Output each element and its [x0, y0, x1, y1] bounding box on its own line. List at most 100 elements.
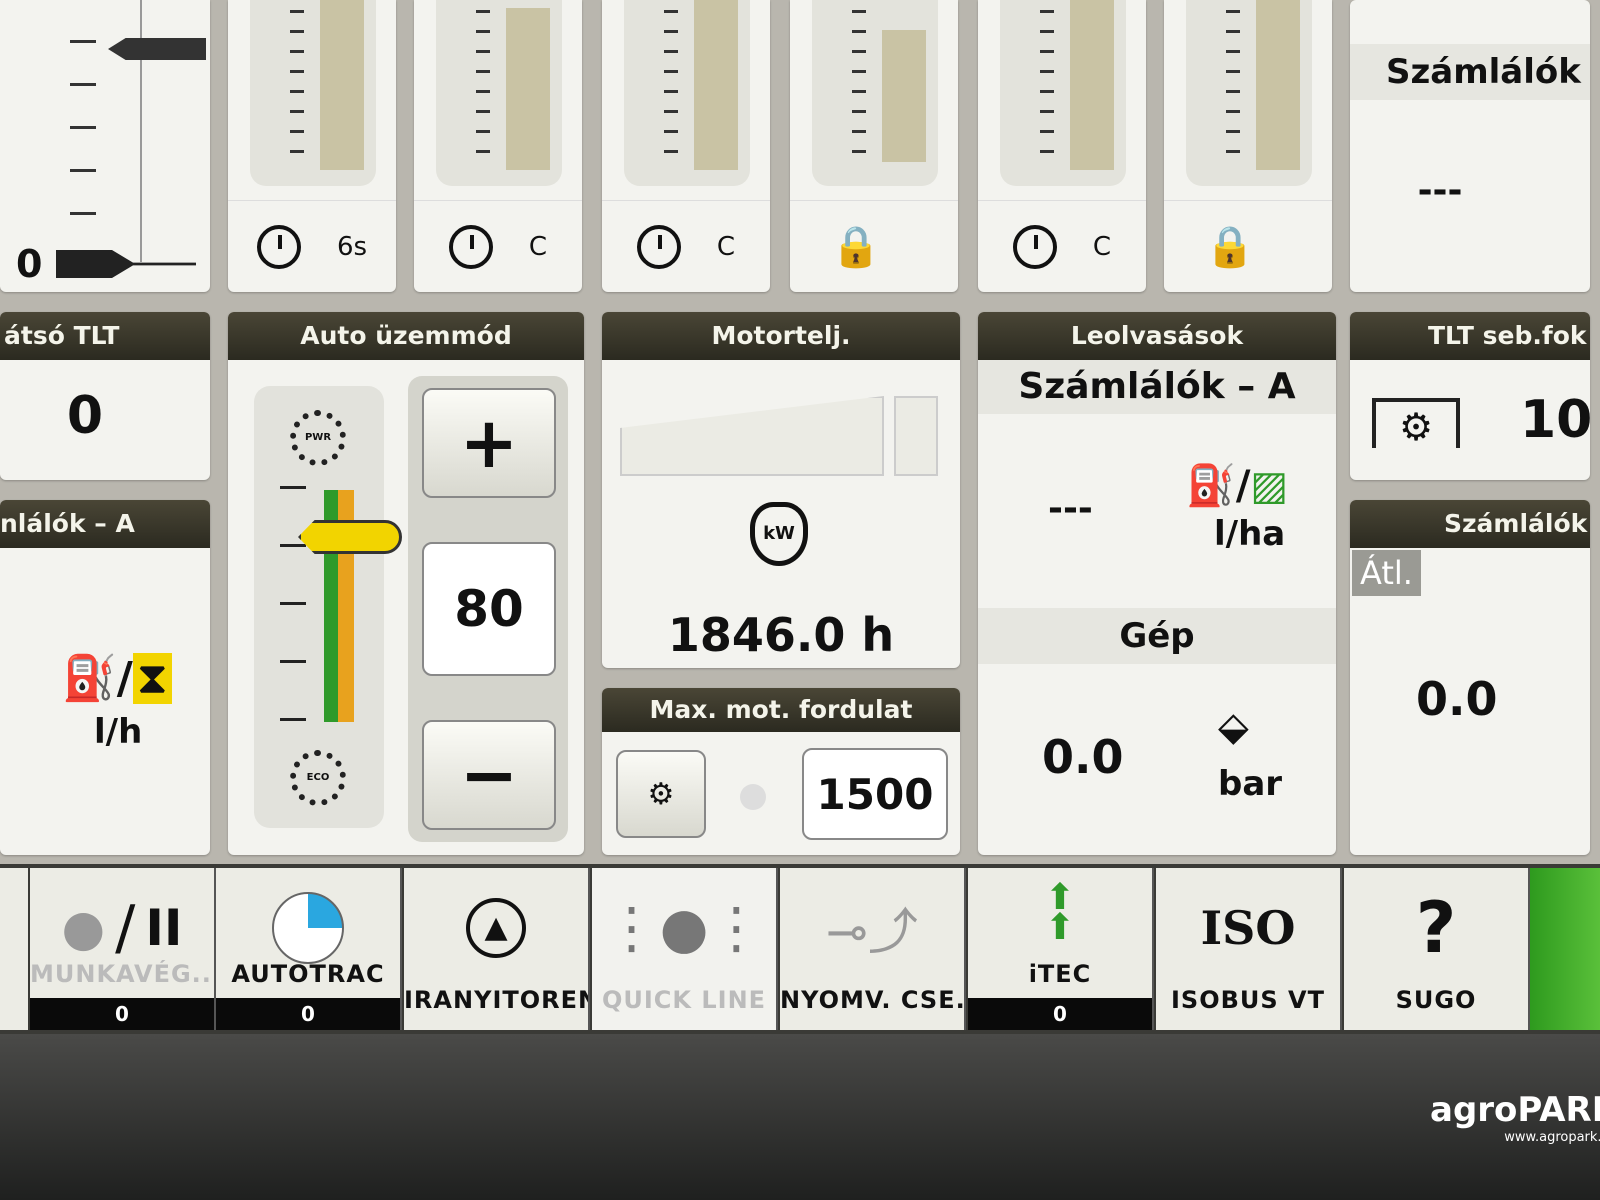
rear-pto-panel[interactable]: átsó TLT 0: [0, 312, 210, 480]
taskbar-tile-3[interactable]: ▲ IRANYITOREND: [404, 868, 590, 1030]
taskbar-tile-2[interactable]: AUTOTRAC 0: [216, 868, 402, 1030]
panel-title: Motortelj.: [602, 312, 960, 360]
guidance-icon: ▲: [404, 878, 588, 978]
pto-value: 0: [66, 386, 104, 446]
clock-icon: [636, 224, 681, 269]
valve-timer-label: C: [716, 231, 736, 262]
tile-label: IRANYITOREND: [404, 986, 588, 1014]
remote-valve-slider-5[interactable]: C: [978, 0, 1146, 292]
tile-label: MUNKAVÉG...: [30, 960, 214, 988]
watermark-logo: agroPARK www.agropark.hu: [1430, 1090, 1600, 1145]
remote-valve-slider-2[interactable]: C: [414, 0, 582, 292]
unit-label: bar: [1218, 764, 1283, 804]
panel-title: nlálók – A: [0, 500, 210, 548]
counter-value: 0.0: [1416, 672, 1498, 726]
pressure-value: 0.0: [1042, 730, 1124, 784]
tile-label: AUTOTRAC: [231, 960, 385, 988]
panel-title: TLT seb.fok: [1350, 312, 1590, 360]
tile-label: QUICK LINE: [601, 986, 767, 1014]
valve-timer-label: C: [528, 231, 548, 262]
valve-timer-label: 6s: [336, 231, 368, 262]
valve-timer-label: C: [1092, 231, 1112, 262]
tile-count: 0: [968, 998, 1152, 1030]
setpoint-marker[interactable]: [108, 38, 206, 60]
section-title: Gép: [978, 608, 1336, 664]
eco-gear-icon: ECO: [290, 750, 346, 806]
tile-label: ISOBUS VT: [1171, 986, 1325, 1014]
itec-icon: ⬆ ⬆: [1044, 877, 1076, 948]
engine-rpm-mode-button[interactable]: ⚙: [616, 750, 706, 838]
decrease-button[interactable]: −: [422, 720, 556, 830]
track-switch-icon: ⊸⤴: [826, 903, 918, 961]
taskbar-tile-7[interactable]: ISO ISOBUS VT: [1156, 868, 1342, 1030]
valve-flow-bar: [506, 8, 550, 170]
mode-handle[interactable]: [298, 520, 402, 554]
unit-label: l/h: [94, 712, 143, 752]
status-strip: [1530, 868, 1600, 1030]
pwr-gear-icon: PWR: [290, 410, 346, 466]
valve-flow-bar: [320, 0, 364, 170]
taskbar-tile-8[interactable]: ? SUGO: [1344, 868, 1530, 1030]
counters-right-panel[interactable]: Számlálók Átl. 0.0: [1350, 500, 1590, 855]
remote-valve-slider-3[interactable]: C: [602, 0, 770, 292]
valve-flow-bar: [1070, 0, 1114, 170]
tile-count: 0: [30, 998, 214, 1030]
iso-icon: ISO: [1200, 901, 1296, 955]
engine-power-panel[interactable]: Motortelj. kW 1846.0 h: [602, 312, 960, 668]
pwr-eco-slider[interactable]: PWR ECO: [254, 386, 402, 828]
panel-title: átsó TLT: [0, 312, 210, 360]
average-badge[interactable]: Átl.: [1352, 550, 1421, 596]
fuel-per-area-value: ---: [1048, 488, 1093, 529]
lock-icon: 🔒: [831, 224, 881, 270]
max-rpm-value-field[interactable]: 1500: [802, 748, 948, 840]
help-icon: ?: [1415, 887, 1457, 969]
unit-label: l/ha: [1214, 514, 1286, 554]
readings-subtitle: Számlálók – A: [978, 360, 1336, 414]
remote-valve-slider-4[interactable]: 🔒: [790, 0, 958, 292]
remote-valve-slider-1[interactable]: 6s: [228, 0, 396, 292]
top-right-counters[interactable]: Számlálók ---: [1350, 0, 1590, 292]
readings-panel[interactable]: Leolvasások Számlálók – A --- ⛽/▨ l/ha G…: [978, 312, 1336, 855]
setpoint-value-field[interactable]: 80: [422, 542, 556, 676]
pto-speed-panel[interactable]: TLT seb.fok ⚙ 10: [1350, 312, 1590, 480]
pto-settings-button[interactable]: ⚙: [1372, 398, 1460, 449]
taskbar-tile-5[interactable]: ⊸⤴ NYOMV. CSE...: [780, 868, 966, 1030]
clock-icon: [256, 224, 301, 269]
engine-kw-icon: kW: [750, 502, 808, 566]
tile-count: 0: [216, 998, 400, 1030]
taskbar-tile-4[interactable]: ⋮●⋮ QUICK LINE: [592, 868, 778, 1030]
counters-left-panel[interactable]: nlálók – A ⛽/⧗ l/h: [0, 500, 210, 855]
fuel-rate-icon: ⛽/⧗: [62, 652, 172, 704]
display-bezel: [0, 1034, 1600, 1200]
panel-title: Max. mot. fordulat: [602, 688, 960, 732]
panel-title: Számlálók: [1350, 500, 1590, 548]
auto-mode-panel[interactable]: Auto üzemmód PWR ECO + 80 −: [228, 312, 584, 855]
panel-title: Leolvasások: [978, 312, 1336, 360]
tile-label: NYOMV. CSE...: [780, 986, 964, 1014]
current-position-marker: [56, 250, 196, 278]
fuel-area-icon: ⛽/▨: [1186, 463, 1289, 509]
tile-label: iTEC: [1028, 960, 1092, 988]
power-bar: [620, 396, 884, 476]
status-indicator-dot: [740, 784, 766, 810]
increase-button[interactable]: +: [422, 388, 556, 498]
gauge-ticks: [70, 0, 96, 240]
quick-line-icon: ⋮●⋮: [603, 895, 765, 961]
valve-flow-bar: [882, 30, 926, 162]
max-rpm-panel[interactable]: Max. mot. fordulat ⚙ 1500: [602, 688, 960, 855]
hitch-position-gauge[interactable]: 0: [0, 0, 210, 292]
panel-title: Számlálók: [1350, 44, 1590, 100]
gauge-zero-label: 0: [16, 242, 43, 286]
taskbar-tile-1[interactable]: ● / II MUNKAVÉG... 0: [30, 868, 216, 1030]
tile-label: SUGO: [1395, 986, 1477, 1014]
counter-value: ---: [1417, 170, 1463, 211]
taskbar-tile-6[interactable]: ⬆ ⬆ iTEC 0: [968, 868, 1154, 1030]
clock-icon: [448, 224, 493, 269]
remote-valve-slider-6[interactable]: 🔒: [1164, 0, 1332, 292]
panel-title: Auto üzemmód: [228, 312, 584, 360]
valve-flow-bar: [1256, 0, 1300, 170]
clock-icon: [1012, 224, 1057, 269]
pto-speed-value: 10: [1520, 390, 1590, 450]
oil-pressure-icon: ⬙: [1218, 704, 1249, 750]
valve-flow-bar: [694, 0, 738, 170]
